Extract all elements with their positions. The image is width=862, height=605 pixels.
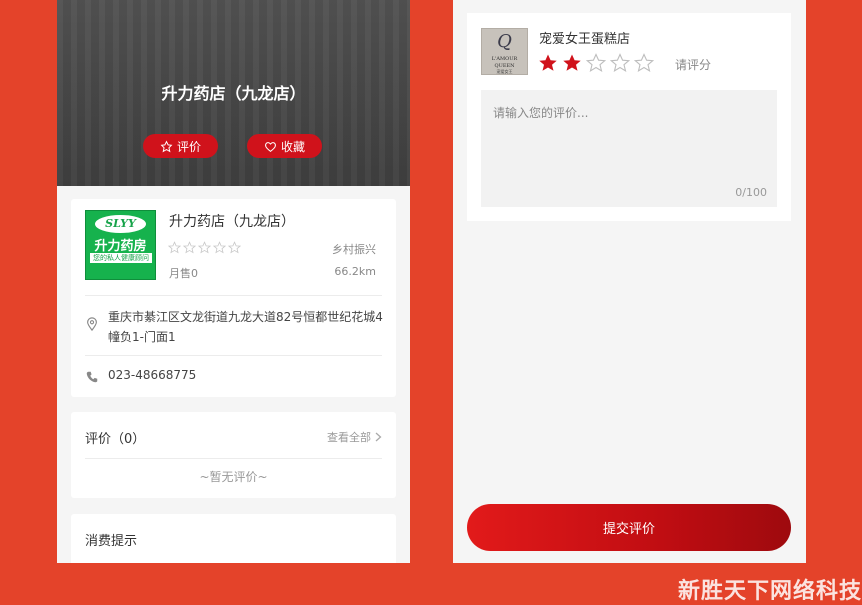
rating-hint: 请评分 [675, 58, 712, 72]
star-empty-icon[interactable] [586, 53, 606, 73]
tips-title: 消费提示 [85, 534, 138, 549]
view-all-label: 查看全部 [327, 431, 371, 444]
shop-name: 升力药店（九龙店） [169, 214, 295, 230]
logo-mark: Q [497, 31, 512, 52]
divider [85, 458, 382, 459]
star-empty-icon [198, 241, 211, 254]
logo-mark: SLYY [95, 215, 146, 233]
logo-tagline: 您的私人健康顾问 [90, 253, 152, 263]
shop-hero-banner: 升力药店（九龙店） 评价 收藏 [57, 0, 410, 186]
review-placeholder: 请输入您的评价... [493, 106, 589, 120]
reviews-empty-text: ~暂无评价~ [199, 470, 268, 484]
watermark: 新胜天下网络科技 [677, 579, 862, 604]
star-empty-icon [168, 241, 181, 254]
divider [85, 355, 382, 356]
review-form-card: Q L'AMOUR QUEEN 宠爱女王 宠爱女王蛋糕店 请评分 请输入您的评价… [467, 13, 791, 221]
star-empty-icon[interactable] [634, 53, 654, 73]
shop-phone[interactable]: 023-48668775 [108, 368, 196, 382]
review-shop-name: 宠爱女王蛋糕店 [539, 32, 631, 47]
location-pin-icon [87, 317, 97, 331]
view-all-reviews-link[interactable]: 查看全部 [327, 429, 382, 445]
shop-category: 乡村振兴 [332, 243, 376, 256]
rating-stars[interactable] [538, 53, 654, 73]
review-textarea[interactable]: 请输入您的评价... 0/100 [481, 90, 777, 207]
star-empty-icon [228, 241, 241, 254]
rate-button-label: 评价 [176, 139, 201, 154]
divider [85, 295, 382, 296]
shop-detail-screen: 升力药店（九龙店） 评价 收藏 SLYY 升力药房 您的私人健康顾问 升力药店（… [57, 0, 410, 563]
phone-icon [86, 371, 98, 383]
shop-logo: SLYY 升力药房 您的私人健康顾问 [85, 210, 156, 280]
star-empty-icon [213, 241, 226, 254]
favorite-button-label: 收藏 [280, 139, 305, 154]
reviews-title: 评价（0） [85, 432, 146, 447]
star-empty-icon[interactable] [610, 53, 630, 73]
write-review-screen: Q L'AMOUR QUEEN 宠爱女王 宠爱女王蛋糕店 请评分 请输入您的评价… [453, 0, 806, 563]
shop-distance: 66.2km [334, 265, 376, 278]
submit-review-button[interactable]: 提交评价 [467, 504, 791, 551]
cake-shop-logo: Q L'AMOUR QUEEN 宠爱女王 [481, 28, 528, 75]
heart-icon [265, 141, 276, 152]
chevron-right-icon [375, 432, 382, 442]
star-empty-icon [183, 241, 196, 254]
logo-brand: 升力药房 [94, 239, 147, 254]
hero-shop-title: 升力药店（九龙店） [161, 84, 306, 103]
rate-button[interactable]: 评价 [143, 134, 218, 158]
favorite-button[interactable]: 收藏 [247, 134, 322, 158]
reviews-card: 评价（0） 查看全部 ~暂无评价~ [71, 412, 396, 498]
logo-line: L'AMOUR [491, 56, 518, 62]
star-filled-icon[interactable] [538, 53, 558, 73]
rate-icon [160, 140, 173, 152]
consumer-tips-card: 消费提示 [71, 514, 396, 563]
shop-rating-stars [168, 241, 241, 254]
shop-info-card: SLYY 升力药房 您的私人健康顾问 升力药店（九龙店） 乡村振兴 月售0 66… [71, 199, 396, 397]
star-filled-icon[interactable] [562, 53, 582, 73]
char-counter: 0/100 [735, 186, 767, 199]
monthly-sales: 月售0 [169, 267, 198, 280]
shop-address[interactable]: 重庆市綦江区文龙街道九龙大道82号恒都世纪花城4幢负1-门面1 [108, 307, 383, 347]
logo-line: 宠爱女王 [496, 69, 513, 74]
